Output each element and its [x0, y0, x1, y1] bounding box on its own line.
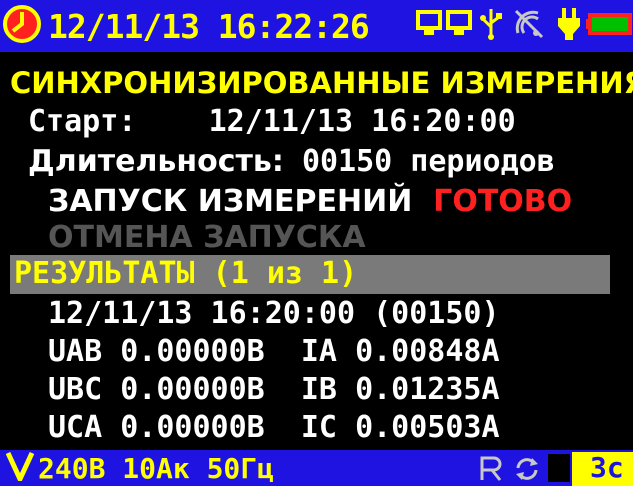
voltage-value: 0.00000В: [120, 410, 265, 445]
voltage-value: 0.00000В: [120, 334, 265, 369]
voltage-value: 0.00000В: [120, 372, 265, 407]
start-label: Старт:: [28, 104, 137, 139]
recording-icon: [478, 456, 508, 486]
results-item[interactable]: РЕЗУЛЬТАТЫ (1 из 1): [14, 254, 357, 294]
network-type-icon: [5, 451, 35, 485]
current-value: 0.00503А: [355, 410, 500, 445]
wireless-off-icon: [512, 7, 546, 45]
current-name: IA: [300, 334, 337, 369]
config-summary: 240В 10Ак 50Гц: [38, 451, 275, 485]
current-value: 0.01235А: [355, 372, 500, 407]
refresh-icon: [512, 456, 542, 486]
start-row: Старт: 12/11/13 16:20:00: [28, 102, 516, 142]
cancel-launch-item[interactable]: ОТМЕНА ЗАПУСКА: [48, 218, 366, 258]
launch-label: ЗАПУСК ИЗМЕРЕНИЙ: [48, 184, 413, 219]
result-header: 12/11/13 16:20:00 (00150): [48, 296, 500, 331]
voltage-name: UBC: [48, 372, 103, 407]
voltage-name: UCA: [48, 410, 103, 445]
battery-icon: [586, 9, 633, 43]
computer-link-icon: [416, 8, 474, 44]
start-value: 12/11/13 16:20:00: [208, 104, 516, 139]
duration-row: Длительность: 00150 периодов: [28, 142, 555, 182]
bottom-status-bar: 240В 10Ак 50Гц: [0, 450, 633, 486]
current-name: IB: [300, 372, 337, 407]
usb-icon: [478, 7, 504, 45]
datetime: 12/11/13 16:22:26: [48, 6, 370, 46]
status-icons: [416, 0, 633, 52]
clock-icon: [2, 4, 42, 48]
current-name: IC: [300, 410, 337, 445]
launch-status: ГОТОВО: [433, 184, 573, 219]
result-row-1: UAB 0.00000В IA 0.00848А: [48, 332, 500, 372]
result-row-2: UBC 0.00000В IB 0.01235А: [48, 370, 500, 410]
screen-title: СИНХРОНИЗИРОВАННЫЕ ИЗМЕРЕНИЯ: [10, 66, 633, 100]
top-status-bar: 12/11/13 16:22:26: [0, 0, 633, 52]
status-box: [548, 454, 570, 482]
launch-measurements-item[interactable]: ЗАПУСК ИЗМЕРЕНИЙ ГОТОВО: [48, 182, 572, 222]
result-row-3: UCA 0.00000В IC 0.00503А: [48, 408, 500, 448]
voltage-name: UAB: [48, 334, 103, 369]
power-plug-icon: [556, 6, 582, 46]
current-value: 0.00848А: [355, 334, 500, 369]
timer-value: 3c: [590, 451, 624, 484]
duration-label: Длительность:: [28, 144, 284, 179]
duration-value: 00150 периодов: [301, 144, 555, 179]
